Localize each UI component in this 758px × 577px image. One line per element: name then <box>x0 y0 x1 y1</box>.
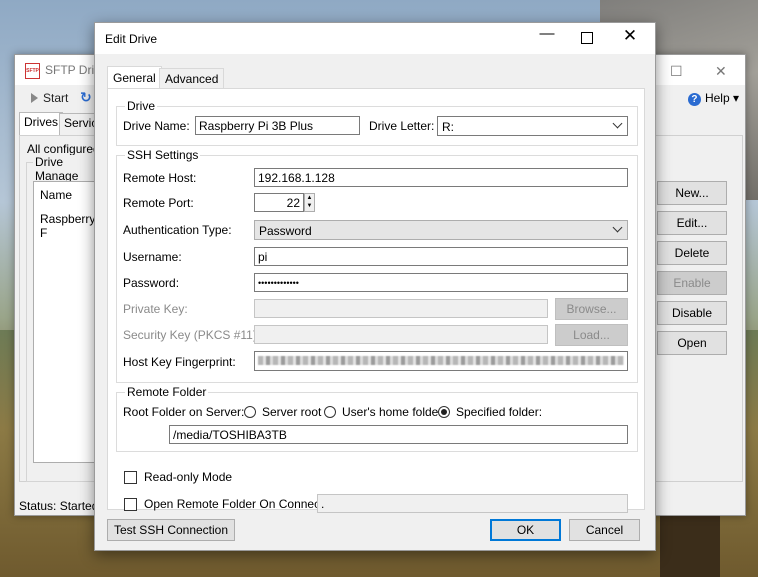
edit-drive-dialog: Edit Drive — ✕ General Advanced Drive Dr… <box>94 22 656 551</box>
chevron-down-icon <box>612 222 623 233</box>
refresh-icon[interactable]: ↻ <box>80 89 92 106</box>
host-key-fingerprint-label: Host Key Fingerprint: <box>123 355 236 369</box>
ok-button[interactable]: OK <box>490 519 561 541</box>
auth-type-label: Authentication Type: <box>123 223 232 237</box>
readonly-label[interactable]: Read-only Mode <box>144 470 232 484</box>
drive-group: Drive Drive Name: Raspberry Pi 3B Plus D… <box>116 99 638 146</box>
help-button[interactable]: ? Help ▾ <box>687 91 739 106</box>
remote-port-input[interactable]: 22 <box>254 193 304 212</box>
load-button[interactable]: Load... <box>555 324 628 346</box>
drive-group-legend: Drive <box>125 99 158 113</box>
remote-folder-legend: Remote Folder <box>125 385 209 399</box>
radio-specified-folder[interactable] <box>438 406 450 418</box>
remote-folder-group: Remote Folder Root Folder on Server: Ser… <box>116 385 638 452</box>
main-window-close-icon[interactable]: ✕ <box>715 63 727 80</box>
list-header-name[interactable]: Name <box>40 188 72 202</box>
minimize-icon[interactable]: — <box>535 25 559 43</box>
readonly-checkbox[interactable] <box>124 471 137 484</box>
radio-specified-folder-label[interactable]: Specified folder: <box>456 405 542 419</box>
auth-type-select[interactable]: Password <box>254 220 628 240</box>
radio-server-root[interactable] <box>244 406 256 418</box>
ssh-settings-group: SSH Settings Remote Host: 192.168.1.128 … <box>116 148 638 383</box>
port-spinner-icon[interactable]: ▲ ▼ <box>304 193 315 212</box>
close-icon[interactable]: ✕ <box>618 26 642 45</box>
password-input[interactable]: ••••••••••••• <box>254 273 628 292</box>
help-label: Help <box>704 91 730 105</box>
browse-button[interactable]: Browse... <box>555 298 628 320</box>
private-key-input[interactable] <box>254 299 548 318</box>
username-input[interactable]: pi <box>254 247 628 266</box>
host-key-fingerprint-input[interactable] <box>254 351 628 371</box>
dialog-titlebar: Edit Drive — ✕ <box>95 23 655 54</box>
drive-letter-value: R: <box>442 120 454 134</box>
security-key-label: Security Key (PKCS #11): <box>123 328 261 342</box>
drive-name-label: Drive Name: <box>123 119 190 133</box>
drive-letter-label: Drive Letter: <box>369 119 435 133</box>
radio-home-folder-label[interactable]: User's home folder <box>342 405 442 419</box>
fingerprint-redacted <box>258 356 624 365</box>
radio-home-folder[interactable] <box>324 406 336 418</box>
remote-port-label: Remote Port: <box>123 196 194 210</box>
password-label: Password: <box>123 276 180 290</box>
tab-advanced[interactable]: Advanced <box>159 68 225 90</box>
main-window-title: SFTP Driv <box>45 63 101 77</box>
ssh-settings-legend: SSH Settings <box>125 148 201 162</box>
drive-name-input[interactable]: Raspberry Pi 3B Plus <box>195 116 360 135</box>
general-tab-panel: Drive Drive Name: Raspberry Pi 3B Plus D… <box>107 88 645 513</box>
status-bar-text: Status: Started <box>19 499 99 513</box>
private-key-label: Private Key: <box>123 302 188 316</box>
test-ssh-connection-button[interactable]: Test SSH Connection <box>107 519 235 541</box>
chevron-down-icon <box>612 118 623 129</box>
start-label: Start <box>43 91 69 105</box>
radio-server-root-label[interactable]: Server root <box>262 405 321 419</box>
enable-button[interactable]: Enable <box>657 271 727 295</box>
disable-button[interactable]: Disable <box>657 301 727 325</box>
dialog-title: Edit Drive <box>105 32 158 46</box>
sftp-app-icon: SFTP <box>25 63 40 79</box>
auth-type-value: Password <box>259 224 312 238</box>
edit-button[interactable]: Edit... <box>657 211 727 235</box>
specified-folder-input[interactable]: /media/TOSHIBA3TB <box>169 425 628 444</box>
play-icon <box>31 93 38 103</box>
cancel-button[interactable]: Cancel <box>569 519 640 541</box>
username-label: Username: <box>123 250 182 264</box>
new-button[interactable]: New... <box>657 181 727 205</box>
help-icon: ? <box>687 93 701 106</box>
drive-letter-select[interactable]: R: <box>437 116 628 136</box>
open-remote-checkbox[interactable] <box>124 498 137 511</box>
remote-host-label: Remote Host: <box>123 171 197 185</box>
security-key-input[interactable] <box>254 325 548 344</box>
start-button[interactable]: Start <box>31 91 68 105</box>
open-button[interactable]: Open <box>657 331 727 355</box>
open-remote-label[interactable]: Open Remote Folder On Connect: <box>144 497 327 511</box>
open-remote-input[interactable]: . <box>317 494 628 513</box>
maximize-icon[interactable] <box>575 29 599 47</box>
root-folder-label: Root Folder on Server: <box>123 405 245 419</box>
remote-host-input[interactable]: 192.168.1.128 <box>254 168 628 187</box>
delete-button[interactable]: Delete <box>657 241 727 265</box>
main-window-maximize-icon[interactable]: ☐ <box>670 63 683 80</box>
